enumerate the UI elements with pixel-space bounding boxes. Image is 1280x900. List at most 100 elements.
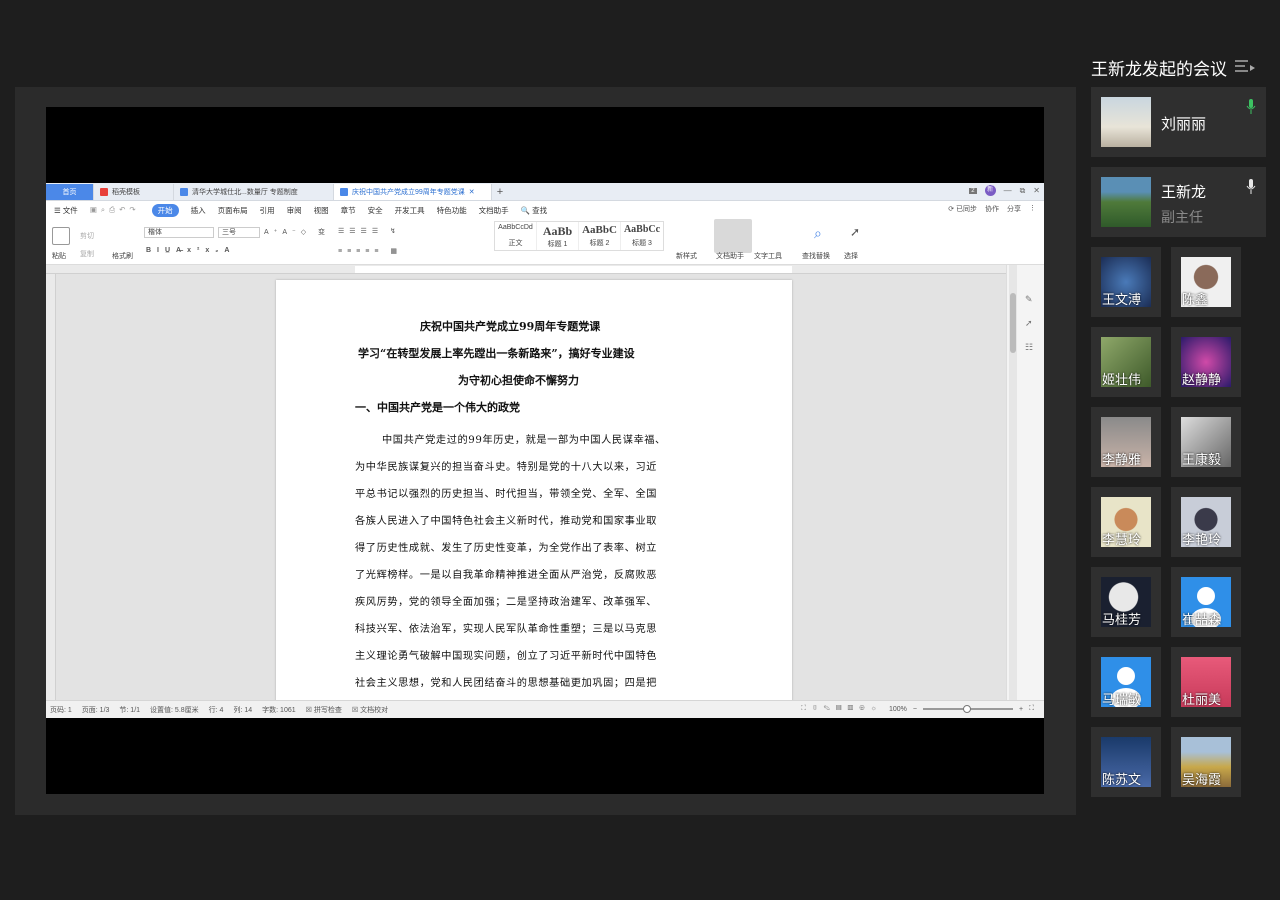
new-style-button[interactable]: 新样式 — [676, 251, 697, 261]
word-doc-icon — [340, 188, 348, 196]
participant-tile[interactable]: 陈苏文 — [1091, 727, 1161, 797]
tab-document-2[interactable]: 庆祝中国共产党成立99周年专题党课 ✕ — [334, 184, 492, 200]
wps-writer-window: 首页 稻壳模板 清华大学城仕北...数量厅 专题制度 庆祝中国共产党成立99周年… — [46, 183, 1044, 718]
style-heading-1[interactable]: AaBb 标题 1 — [537, 222, 579, 250]
close-button[interactable]: ✕ — [1033, 186, 1040, 195]
status-wordcount[interactable]: 字数: 1061 — [262, 705, 295, 715]
menu-features[interactable]: 特色功能 — [437, 205, 467, 216]
doc-body: 中国共产党走过的99年历史，就是一部为中国人民谋幸福、 为中华民族谋复兴的担当奋… — [355, 427, 715, 697]
vertical-ruler[interactable] — [46, 274, 56, 700]
spell-check-toggle[interactable]: ☒ 拼写检查 — [306, 705, 342, 715]
participant-tile[interactable]: 杜丽美 — [1171, 647, 1241, 717]
badge: 2 — [969, 187, 977, 194]
more-icon[interactable]: ⋮ — [1029, 204, 1036, 214]
status-bar: 页码: 1 页面: 1/3 节: 1/1 设置值: 5.8厘米 行: 4 列: … — [46, 700, 1044, 718]
style-label: 标题 1 — [547, 241, 568, 248]
participant-tile[interactable]: 王文溥 — [1091, 247, 1161, 317]
participant-tile[interactable]: 赵静静 — [1171, 327, 1241, 397]
zoom-out-button[interactable]: − — [913, 706, 917, 713]
participant-tile[interactable]: 陈鑫 — [1171, 247, 1241, 317]
scrollbar[interactable] — [1009, 265, 1017, 700]
fullscreen-icon[interactable]: ⛶ — [1029, 705, 1034, 713]
doc-subtitle-1: 学习“在转型发展上率先蹚出一条新路来”，搞好专业建设 — [358, 347, 635, 360]
copy-button[interactable]: 复制 — [80, 249, 94, 259]
participant-tile[interactable]: 马桂芳 — [1091, 567, 1161, 637]
tab-document-1[interactable]: 清华大学城仕北...数量厅 专题制度 — [174, 184, 334, 200]
window-controls: 2 新 — ⧉ ✕ — [969, 185, 1040, 196]
zoom-slider-handle[interactable] — [963, 705, 971, 713]
tab-home[interactable]: 首页 — [46, 184, 94, 200]
participant-name: 李慧玲 — [1102, 533, 1142, 548]
menu-references[interactable]: 引用 — [260, 205, 275, 216]
maximize-button[interactable]: ⧉ — [1020, 186, 1026, 196]
minimize-button[interactable]: — — [1004, 186, 1012, 195]
avatar[interactable]: 新 — [984, 185, 996, 196]
menu-developer[interactable]: 开发工具 — [395, 205, 425, 216]
style-label: 正文 — [508, 240, 523, 247]
add-tab-button[interactable]: + — [492, 184, 508, 200]
scroll-thumb[interactable] — [1010, 293, 1016, 353]
zoom-in-button[interactable]: + — [1019, 706, 1023, 713]
font-size-select[interactable]: 三号 — [218, 227, 260, 238]
list-icons[interactable]: ☰☰☰☰ ↯ — [338, 227, 401, 235]
participant-tile[interactable]: 吴海霞 — [1171, 727, 1241, 797]
tab-docer[interactable]: 稻壳模板 — [94, 184, 174, 200]
close-icon[interactable]: ✕ — [469, 188, 475, 196]
select-button[interactable]: 选择 — [844, 251, 858, 261]
style-heading-2[interactable]: AaBbC 标题 2 — [579, 222, 621, 250]
font-name-select[interactable]: 楷体 — [144, 227, 214, 238]
participant-tile[interactable]: 姬壮伟 — [1091, 327, 1161, 397]
menu-section[interactable]: 章节 — [341, 205, 356, 216]
share-button[interactable]: 分享 — [1007, 204, 1021, 214]
document-page[interactable]: 庆祝中国共产党成立99周年专题党课 学习“在转型发展上率先蹚出一条新路来”，搞好… — [276, 280, 792, 700]
menu-start[interactable]: 开始 — [151, 203, 179, 217]
menu-find[interactable]: 🔍 查找 — [521, 205, 547, 216]
menu-right: ⟳ 已同步 协作 分享 ⋮ — [948, 204, 1036, 214]
menu-file[interactable]: ☰ 文件 — [54, 205, 78, 216]
tab-docer-label: 稻壳模板 — [112, 189, 140, 196]
participant-tile[interactable]: 王康毅 — [1171, 407, 1241, 477]
horizontal-ruler[interactable] — [46, 265, 1044, 274]
quick-access-icons[interactable]: ▣⌕⎙↶↷ — [90, 205, 140, 215]
participant-tile[interactable]: 崔喆森 — [1171, 567, 1241, 637]
style-normal[interactable]: AaBbCcDd 正文 — [495, 222, 537, 250]
cut-button[interactable]: 剪切 — [80, 231, 94, 241]
participant-name: 刘丽丽 — [1161, 115, 1207, 133]
menu-insert[interactable]: 插入 — [191, 205, 206, 216]
participant-tile[interactable]: 李静雅 — [1091, 407, 1161, 477]
participant-tile[interactable]: 李慧玲 — [1091, 487, 1161, 557]
style-heading-3[interactable]: AaBbCc 标题 3 — [621, 222, 663, 250]
doc-proofread-toggle[interactable]: ☒ 文档校对 — [352, 705, 388, 715]
font-format-icons[interactable]: BIU̲A̶x²x₂A — [146, 247, 235, 254]
font-size-icons[interactable]: A⁺A⁻◇ 变 — [264, 227, 330, 237]
participant-featured-2[interactable]: 王新龙 副主任 — [1091, 167, 1266, 237]
status-pages: 页面: 1/3 — [81, 706, 110, 714]
participant-tile[interactable]: 李艳玲 — [1171, 487, 1241, 557]
zoom-slider[interactable] — [923, 705, 1013, 713]
find-replace-button[interactable]: 查找替换 — [802, 251, 830, 261]
menu-layout[interactable]: 页面布局 — [218, 205, 248, 216]
view-mode-icons[interactable]: ⛶▯✎▤▥⊕☼ — [801, 705, 883, 713]
participant-tile[interactable]: 马瑞敏 — [1091, 647, 1161, 717]
participant-featured-1[interactable]: 刘丽丽 — [1091, 87, 1266, 157]
doc-title: 庆祝中国共产党成立99周年专题党课 — [420, 320, 601, 333]
list-menu-icon[interactable] — [1235, 59, 1255, 75]
align-icons[interactable]: ≡≡≡≡≡ ▦ — [338, 247, 402, 255]
text-tools-button[interactable]: 文字工具 — [754, 251, 782, 261]
collaborate-button[interactable]: 协作 — [985, 204, 999, 214]
menu-security[interactable]: 安全 — [368, 205, 383, 216]
format-painter-button[interactable]: 格式刷 — [112, 251, 133, 261]
sync-status[interactable]: ⟳ 已同步 — [948, 204, 977, 214]
docer-icon — [100, 188, 108, 196]
menu-review[interactable]: 审阅 — [287, 205, 302, 216]
search-icon[interactable]: ⌕ — [814, 225, 822, 242]
menu-doc-assistant[interactable]: 文档助手 — [479, 205, 509, 216]
participant-name: 王康毅 — [1182, 453, 1222, 468]
menu-view[interactable]: 视图 — [314, 205, 329, 216]
participant-name: 陈鑫 — [1182, 293, 1209, 308]
paste-icon[interactable] — [52, 227, 70, 245]
cursor-icon[interactable]: ➚ — [850, 225, 860, 239]
side-tool-icons[interactable]: ✎ ➚ ☷ — [1025, 287, 1033, 359]
doc-assistant-button[interactable]: 文档助手 — [716, 251, 744, 261]
paste-button[interactable]: 粘贴 — [52, 251, 66, 261]
